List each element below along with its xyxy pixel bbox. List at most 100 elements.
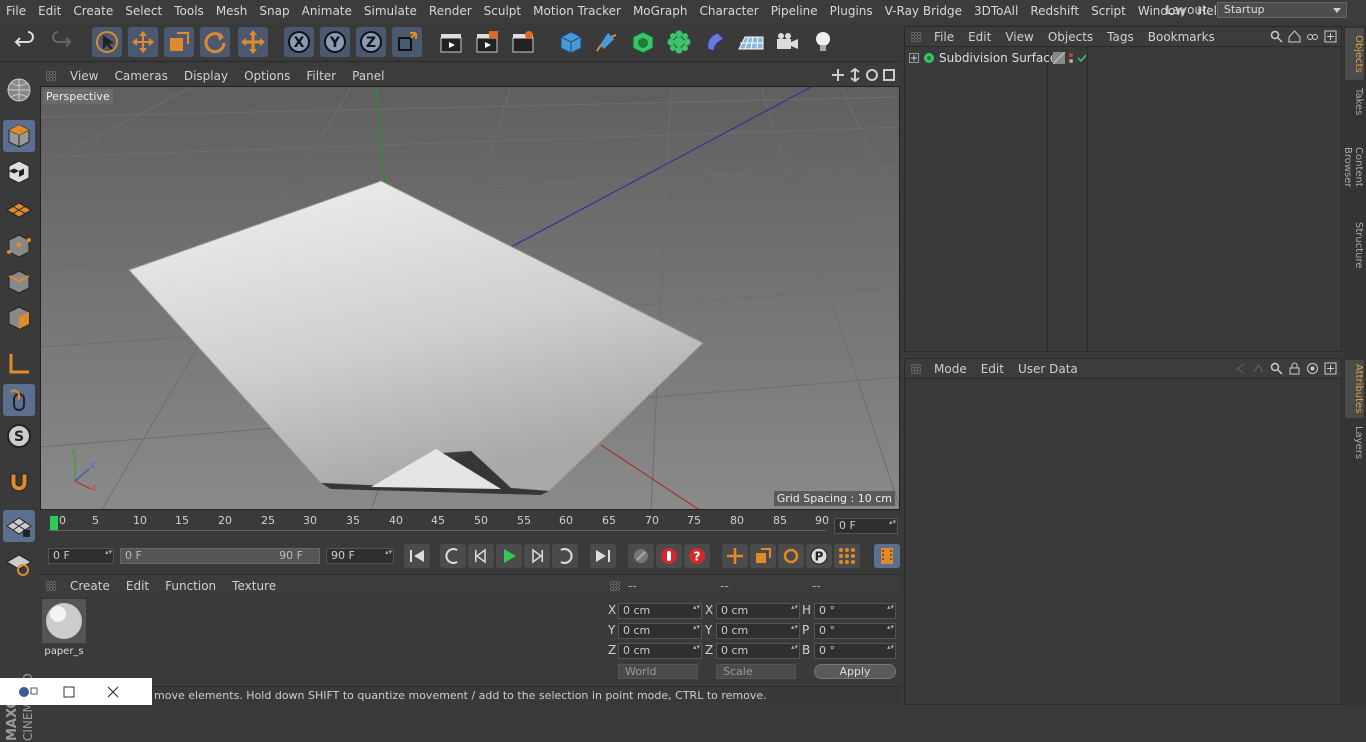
z-axis-button[interactable]: Z xyxy=(356,27,386,57)
snap-settings-button[interactable]: S xyxy=(3,420,35,452)
menu-file[interactable]: File xyxy=(0,0,32,22)
transform-tool-button[interactable] xyxy=(238,27,268,57)
obj-menu-tags[interactable]: Tags xyxy=(1100,30,1141,44)
tab-layers[interactable]: Layers xyxy=(1345,422,1364,462)
attr-menu-user-data[interactable]: User Data xyxy=(1011,362,1085,376)
texture-mode-button[interactable] xyxy=(3,156,35,188)
menu-select[interactable]: Select xyxy=(119,0,168,22)
size-x-field[interactable]: 0 cm xyxy=(716,603,800,619)
floor-button[interactable] xyxy=(736,27,766,57)
lock-icon[interactable] xyxy=(1288,362,1301,375)
polygons-mode-button[interactable] xyxy=(3,302,35,334)
x-axis-button[interactable]: X xyxy=(284,27,314,57)
make-editable-button[interactable] xyxy=(3,74,35,106)
render-settings-button[interactable] xyxy=(508,27,538,57)
motion-record-button[interactable] xyxy=(628,544,654,568)
obj-menu-file[interactable]: File xyxy=(927,30,961,44)
menu-edit[interactable]: Edit xyxy=(32,0,67,22)
frame-range-slider[interactable]: 0 F 90 F xyxy=(120,548,320,564)
attr-menu-mode[interactable]: Mode xyxy=(927,362,974,376)
size-y-field[interactable]: 0 cm xyxy=(716,623,800,639)
key-position-button[interactable] xyxy=(722,544,748,568)
vp-menu-options[interactable]: Options xyxy=(236,69,298,83)
rot-b-field[interactable]: 0 ° xyxy=(814,643,896,659)
pos-x-field[interactable]: 0 cm xyxy=(618,603,702,619)
workplane-rotate-button[interactable] xyxy=(3,548,35,580)
redo-button[interactable] xyxy=(46,27,76,57)
play-button[interactable] xyxy=(496,544,522,568)
axis-mode-button[interactable] xyxy=(3,348,35,380)
orbit-icon[interactable] xyxy=(865,68,879,82)
vp-menu-filter[interactable]: Filter xyxy=(298,69,344,83)
next-frame-button[interactable] xyxy=(524,544,550,568)
back-arrow-icon[interactable] xyxy=(1234,362,1247,375)
menu-motion-tracker[interactable]: Motion Tracker xyxy=(527,0,627,22)
camera-button[interactable] xyxy=(772,27,802,57)
deformer-button[interactable] xyxy=(700,27,730,57)
menu-vray-bridge[interactable]: V-Ray Bridge xyxy=(879,0,968,22)
tab-objects[interactable]: Objects xyxy=(1345,28,1364,80)
subdivision-surface-button[interactable] xyxy=(628,27,658,57)
panel-grip[interactable] xyxy=(46,71,56,81)
tab-content-browser[interactable]: Content Browser xyxy=(1342,122,1364,212)
obj-menu-bookmarks[interactable]: Bookmarks xyxy=(1141,30,1222,44)
cube-primitive-button[interactable] xyxy=(556,27,586,57)
size-mode-select[interactable]: Scale xyxy=(716,664,796,679)
maximize-view-icon[interactable] xyxy=(882,68,896,82)
menu-mograph[interactable]: MoGraph xyxy=(627,0,694,22)
cloner-button[interactable] xyxy=(664,27,694,57)
pos-z-field[interactable]: 0 cm xyxy=(618,643,702,659)
workplane-lock-button[interactable] xyxy=(3,510,35,542)
home-icon[interactable] xyxy=(1288,30,1301,43)
obj-menu-view[interactable]: View xyxy=(998,30,1040,44)
visibility-dots-icon[interactable] xyxy=(1068,52,1074,64)
zoom-icon[interactable] xyxy=(848,68,862,82)
panel-grip[interactable] xyxy=(911,31,921,42)
rot-p-field[interactable]: 0 ° xyxy=(814,623,896,639)
up-arrow-icon[interactable] xyxy=(1252,362,1265,375)
object-row-subdivision[interactable]: Subdivision Surface xyxy=(909,51,1343,65)
mat-menu-function[interactable]: Function xyxy=(157,579,224,593)
panel-grip[interactable] xyxy=(911,363,921,374)
go-to-start-button[interactable] xyxy=(404,544,430,568)
light-button[interactable] xyxy=(808,27,838,57)
autokey-button[interactable]: ? xyxy=(684,544,710,568)
key-rotation-button[interactable] xyxy=(778,544,804,568)
menu-snap[interactable]: Snap xyxy=(253,0,295,22)
next-key-button[interactable] xyxy=(552,544,578,568)
menu-simulate[interactable]: Simulate xyxy=(358,0,423,22)
move-tool-button[interactable] xyxy=(128,27,158,57)
render-view-button[interactable] xyxy=(436,27,466,57)
perspective-viewport[interactable]: Y Z X Perspective Grid Spacing : 10 cm xyxy=(40,86,900,510)
search-icon[interactable] xyxy=(1270,362,1283,375)
coordinate-system-button[interactable] xyxy=(392,27,422,57)
key-scale-button[interactable] xyxy=(750,544,776,568)
menu-3dtoall[interactable]: 3DToAll xyxy=(968,0,1024,22)
vp-menu-panel[interactable]: Panel xyxy=(344,69,392,83)
menu-sculpt[interactable]: Sculpt xyxy=(478,0,527,22)
close-icon[interactable] xyxy=(106,685,120,699)
menu-pipeline[interactable]: Pipeline xyxy=(765,0,824,22)
menu-script[interactable]: Script xyxy=(1085,0,1132,22)
undo-button[interactable] xyxy=(10,27,40,57)
playhead[interactable] xyxy=(50,516,58,530)
mat-menu-create[interactable]: Create xyxy=(62,579,118,593)
scale-tool-button[interactable] xyxy=(164,27,194,57)
tab-takes[interactable]: Takes xyxy=(1345,84,1364,120)
search-icon[interactable] xyxy=(1270,30,1283,43)
size-z-field[interactable]: 0 cm xyxy=(716,643,800,659)
panel-grip[interactable] xyxy=(46,581,56,591)
end-frame-field[interactable]: 90 F xyxy=(326,548,394,564)
key-parameter-button[interactable]: P xyxy=(806,544,832,568)
menu-render[interactable]: Render xyxy=(423,0,478,22)
edges-mode-button[interactable] xyxy=(3,266,35,298)
layer-swatch-icon[interactable] xyxy=(1053,52,1065,64)
timeline-window-button[interactable] xyxy=(874,544,900,568)
current-frame-field[interactable]: 0 F xyxy=(834,518,898,534)
panel-grip[interactable] xyxy=(610,581,620,591)
object-name[interactable]: Subdivision Surface xyxy=(939,51,1057,65)
vp-menu-display[interactable]: Display xyxy=(176,69,236,83)
menu-character[interactable]: Character xyxy=(693,0,764,22)
snap-magnet-button[interactable] xyxy=(3,466,35,498)
pen-spline-button[interactable] xyxy=(592,27,622,57)
